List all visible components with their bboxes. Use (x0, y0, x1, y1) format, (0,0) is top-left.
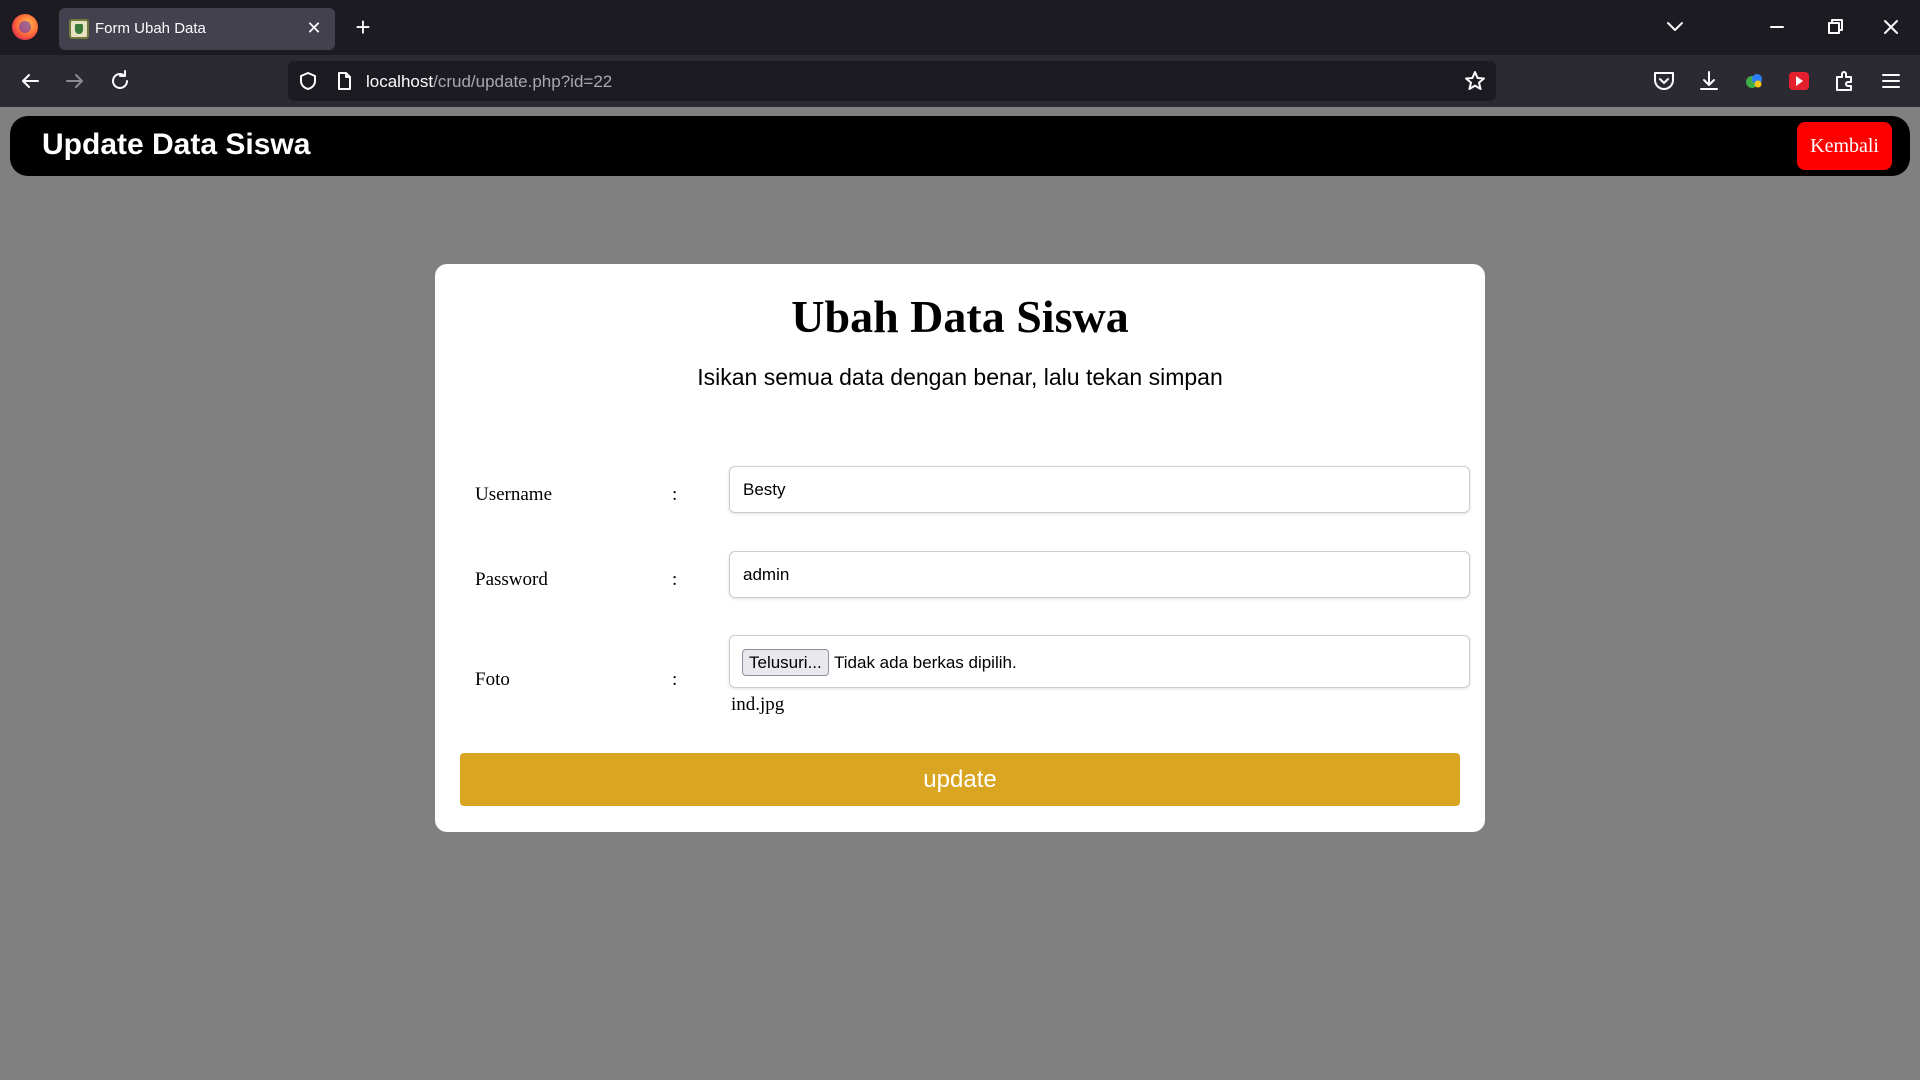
tab-favicon-icon (69, 19, 89, 39)
password-label: Password (475, 569, 548, 590)
header-title: Update Data Siswa (42, 128, 311, 161)
username-input[interactable] (729, 466, 1470, 513)
tab-list-chevron-icon[interactable] (1660, 12, 1690, 42)
photo-label: Foto (475, 669, 510, 690)
tab-close-icon[interactable]: ✕ (301, 15, 327, 41)
photo-file-input[interactable]: Telusuri... Tidak ada berkas dipilih. (729, 635, 1470, 688)
minimize-icon[interactable] (1762, 12, 1792, 42)
new-tab-icon[interactable]: + (348, 12, 378, 42)
browse-file-button[interactable]: Telusuri... (742, 649, 829, 676)
pocket-icon[interactable] (1651, 68, 1677, 94)
photo-colon: : (672, 669, 678, 690)
form-card: Ubah Data Siswa Isikan semua data dengan… (435, 264, 1485, 832)
bookmark-star-icon[interactable] (1464, 70, 1486, 92)
username-colon: : (672, 484, 678, 505)
browser-tab-strip: Form Ubah Data ✕ + (0, 0, 1920, 55)
page-info-icon[interactable] (334, 71, 354, 91)
browser-tab[interactable]: Form Ubah Data ✕ (59, 8, 335, 50)
password-input[interactable] (729, 551, 1470, 598)
username-label: Username (475, 484, 553, 505)
back-arrow-icon[interactable] (15, 66, 45, 96)
restore-icon[interactable] (1820, 12, 1850, 42)
header-bar: Update Data Siswa Kembali (10, 116, 1910, 176)
extensions-puzzle-icon[interactable] (1832, 68, 1858, 94)
downloads-icon[interactable] (1696, 68, 1722, 94)
file-status-text: Tidak ada berkas dipilih. (834, 653, 1017, 672)
window-close-icon[interactable] (1876, 12, 1906, 42)
url-host: localhost (366, 72, 434, 91)
tracking-shield-icon[interactable] (298, 71, 318, 91)
form-subtitle: Isikan semua data dengan benar, lalu tek… (697, 364, 1223, 390)
browser-nav-bar: localhost/crud/update.php?id=22 (0, 55, 1920, 107)
url-text[interactable]: localhost/crud/update.php?id=22 (366, 72, 612, 92)
tab-title: Form Ubah Data (95, 20, 206, 37)
url-bar[interactable]: localhost/crud/update.php?id=22 (288, 61, 1496, 101)
firefox-logo-icon[interactable] (12, 14, 38, 40)
password-colon: : (672, 569, 678, 590)
current-file-name: ind.jpg (731, 694, 785, 715)
menu-hamburger-icon[interactable] (1878, 68, 1904, 94)
back-button[interactable]: Kembali (1797, 122, 1892, 170)
form-title: Ubah Data Siswa (791, 291, 1129, 342)
extension-colorful-icon[interactable] (1741, 68, 1767, 94)
page-content: Update Data Siswa Kembali Ubah Data Sisw… (0, 107, 1920, 1080)
extension-red-play-icon[interactable] (1786, 68, 1812, 94)
forward-arrow-icon[interactable] (60, 66, 90, 96)
update-button[interactable]: update (460, 753, 1460, 806)
reload-icon[interactable] (105, 66, 135, 96)
url-path: /crud/update.php?id=22 (433, 72, 613, 91)
